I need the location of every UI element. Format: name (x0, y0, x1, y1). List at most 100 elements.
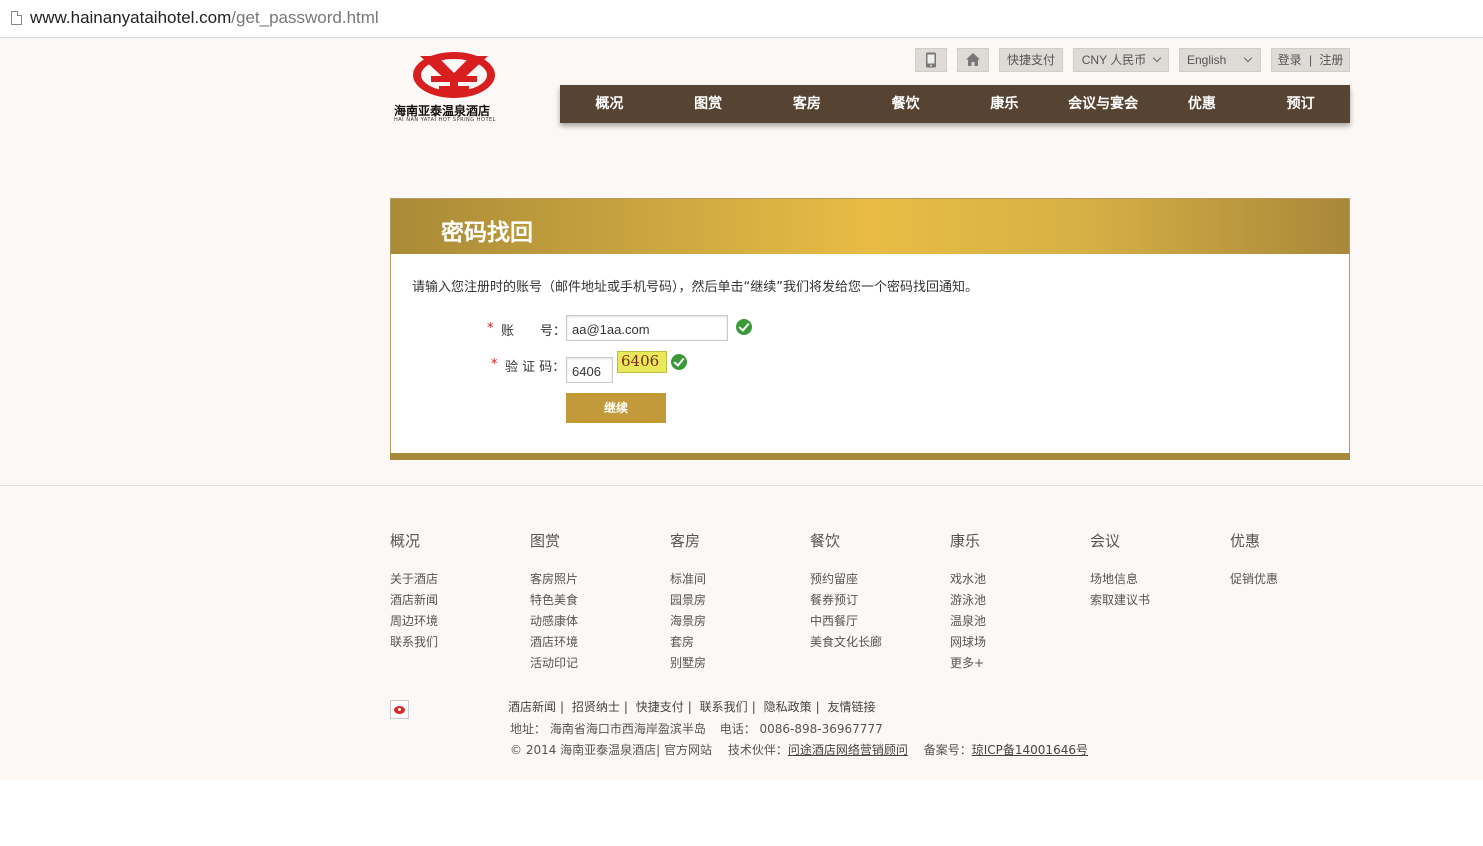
chevron-down-icon (1152, 53, 1162, 63)
footer-column-rooms: 客房 标准间 园景房 海景房 套房 别墅房 (670, 530, 800, 674)
footer-column-dining: 餐饮 预约留座 餐券预订 中西餐厅 美食文化长廊 (810, 530, 940, 653)
language-value: English (1187, 53, 1227, 67)
footer-column-title[interactable]: 康乐 (950, 530, 1080, 551)
footer-column-gallery: 图赏 客房照片 特色美食 动感康体 酒店环境 活动印记 (530, 530, 660, 674)
footer-link[interactable]: 关于酒店 (390, 569, 520, 590)
login-link[interactable]: 登录 (1278, 53, 1302, 67)
footer-divider (0, 485, 1483, 486)
footer-link[interactable]: 酒店环境 (530, 632, 660, 653)
footer-link[interactable]: 园景房 (670, 590, 800, 611)
footer-link[interactable]: 套房 (670, 632, 800, 653)
nav-item-gallery[interactable]: 图赏 (659, 85, 758, 123)
footer-link[interactable]: 索取建议书 (1090, 590, 1220, 611)
phone-label: 电话： (719, 722, 756, 736)
home-icon (966, 53, 980, 66)
footer-link[interactable]: 促销优惠 (1230, 569, 1360, 590)
tech-partner-link[interactable]: 问途酒店网络营销顾问 (788, 743, 908, 757)
footer-bottom-link[interactable]: 招贤纳士 (572, 700, 620, 714)
footer-link[interactable]: 活动印记 (530, 653, 660, 674)
captcha-label: 验 证 码： (505, 360, 566, 375)
footer-link[interactable]: 游泳池 (950, 590, 1080, 611)
language-select[interactable]: English (1179, 48, 1261, 72)
home-button[interactable] (957, 48, 989, 72)
footer-bottom-link[interactable]: 联系我们 (700, 700, 748, 714)
footer-column-title[interactable]: 餐饮 (810, 530, 940, 551)
nav-item-recreation[interactable]: 康乐 (955, 85, 1054, 123)
password-recovery-panel: 密码找回 请输入您注册时的账号（邮件地址或手机号码），然后单击“继续”我们将发给… (390, 198, 1350, 460)
required-mark: * (487, 321, 494, 336)
separator: | (815, 700, 820, 714)
footer-column-meetings: 会议 场地信息 索取建议书 (1090, 530, 1220, 611)
footer-link[interactable]: 别墅房 (670, 653, 800, 674)
footer-link[interactable]: 客房照片 (530, 569, 660, 590)
nav-item-offers[interactable]: 优惠 (1153, 85, 1252, 123)
separator: | (751, 700, 756, 714)
intro-text: 请输入您注册时的账号（邮件地址或手机号码），然后单击“继续”我们将发给您一个密码… (412, 280, 978, 295)
account-input[interactable]: aa@1aa.com (566, 315, 728, 341)
footer-link[interactable]: 网球场 (950, 632, 1080, 653)
footer-bottom-link[interactable]: 隐私政策 (764, 700, 812, 714)
auth-divider: | (1308, 53, 1313, 67)
footer-column-recreation: 康乐 戏水池 游泳池 温泉池 网球场 更多+ (950, 530, 1080, 674)
separator: | (560, 700, 565, 714)
footer-link[interactable]: 场地信息 (1090, 569, 1220, 590)
icp-label: 备案号： (923, 743, 972, 757)
nav-item-meetings[interactable]: 会议与宴会 (1054, 85, 1153, 123)
captcha-input[interactable]: 6406 (566, 357, 613, 383)
footer-link[interactable]: 温泉池 (950, 611, 1080, 632)
captcha-image-text: 6406 (621, 352, 660, 370)
footer-link[interactable]: 中西餐厅 (810, 611, 940, 632)
captcha-image[interactable]: 6406 (617, 351, 667, 373)
panel-header: 密码找回 (391, 199, 1349, 254)
footer-link[interactable]: 周边环境 (390, 611, 520, 632)
address-bar[interactable]: www.hainanyataihotel.com/get_password.ht… (0, 0, 1483, 38)
footer-link[interactable]: 标准间 (670, 569, 800, 590)
currency-value: CNY 人民币 (1081, 53, 1147, 67)
footer-link[interactable]: 酒店新闻 (390, 590, 520, 611)
nav-item-dining[interactable]: 餐饮 (856, 85, 955, 123)
footer-link[interactable]: 戏水池 (950, 569, 1080, 590)
nav-item-rooms[interactable]: 客房 (758, 85, 857, 123)
footer-link[interactable]: 更多+ (950, 653, 1080, 674)
quick-pay-button[interactable]: 快捷支付 (999, 48, 1063, 72)
separator: | (623, 700, 628, 714)
nav-item-booking[interactable]: 预订 (1251, 85, 1350, 123)
currency-select[interactable]: CNY 人民币 (1073, 48, 1169, 72)
url-text[interactable]: www.hainanyataihotel.com/get_password.ht… (30, 8, 379, 28)
footer-column-title[interactable]: 客房 (670, 530, 800, 551)
footer-bottom-link[interactable]: 酒店新闻 (508, 700, 556, 714)
footer-column-title[interactable]: 会议 (1090, 530, 1220, 551)
footer-bottom-links: 酒店新闻 | 招贤纳士 | 快捷支付 | 联系我们 | 隐私政策 | 友情链接 (508, 698, 875, 715)
separator: | (687, 700, 692, 714)
footer-link[interactable]: 特色美食 (530, 590, 660, 611)
viewport-blank-area (0, 780, 1483, 846)
footer-link[interactable]: 餐券预订 (810, 590, 940, 611)
register-link[interactable]: 注册 (1319, 53, 1343, 67)
auth-links: 登录 | 注册 (1271, 48, 1350, 72)
continue-button[interactable]: 继续 (566, 393, 666, 423)
footer-column-title[interactable]: 概况 (390, 530, 520, 551)
main-nav: 概况 图赏 客房 餐饮 康乐 会议与宴会 优惠 预订 (560, 85, 1350, 123)
weibo-icon (394, 706, 405, 714)
footer-bottom-link[interactable]: 友情链接 (827, 700, 875, 714)
footer-bottom-link[interactable]: 快捷支付 (636, 700, 684, 714)
footer-link[interactable]: 联系我们 (390, 632, 520, 653)
footer-contact: 地址： 海南省海口市西海岸盈滨半岛 电话： 0086-898-36967777 (510, 720, 883, 737)
footer-link[interactable]: 预约留座 (810, 569, 940, 590)
hotel-logo[interactable]: 海南亚泰温泉酒店 HAI NAN YATAI HOT SPRING HOTEL (392, 46, 522, 124)
footer-copyright-row: © 2014 海南亚泰温泉酒店| 官方网站 技术伙伴：问途酒店网络营销顾问 备案… (510, 741, 1088, 758)
footer-link[interactable]: 海景房 (670, 611, 800, 632)
footer-column-title[interactable]: 图赏 (530, 530, 660, 551)
logo-name-en: HAI NAN YATAI HOT SPRING HOTEL (394, 117, 496, 123)
required-mark: * (491, 357, 498, 372)
footer-link[interactable]: 动感康体 (530, 611, 660, 632)
footer-column-title[interactable]: 优惠 (1230, 530, 1360, 551)
mobile-button[interactable] (915, 48, 947, 72)
footer-link[interactable]: 美食文化长廊 (810, 632, 940, 653)
address-label: 地址： (510, 722, 547, 736)
nav-item-overview[interactable]: 概况 (560, 85, 659, 123)
footer-column-offers: 优惠 促销优惠 (1230, 530, 1360, 590)
url-path: /get_password.html (231, 8, 379, 27)
icp-link[interactable]: 琼ICP备14001646号 (972, 743, 1088, 757)
weibo-button[interactable] (390, 700, 409, 719)
